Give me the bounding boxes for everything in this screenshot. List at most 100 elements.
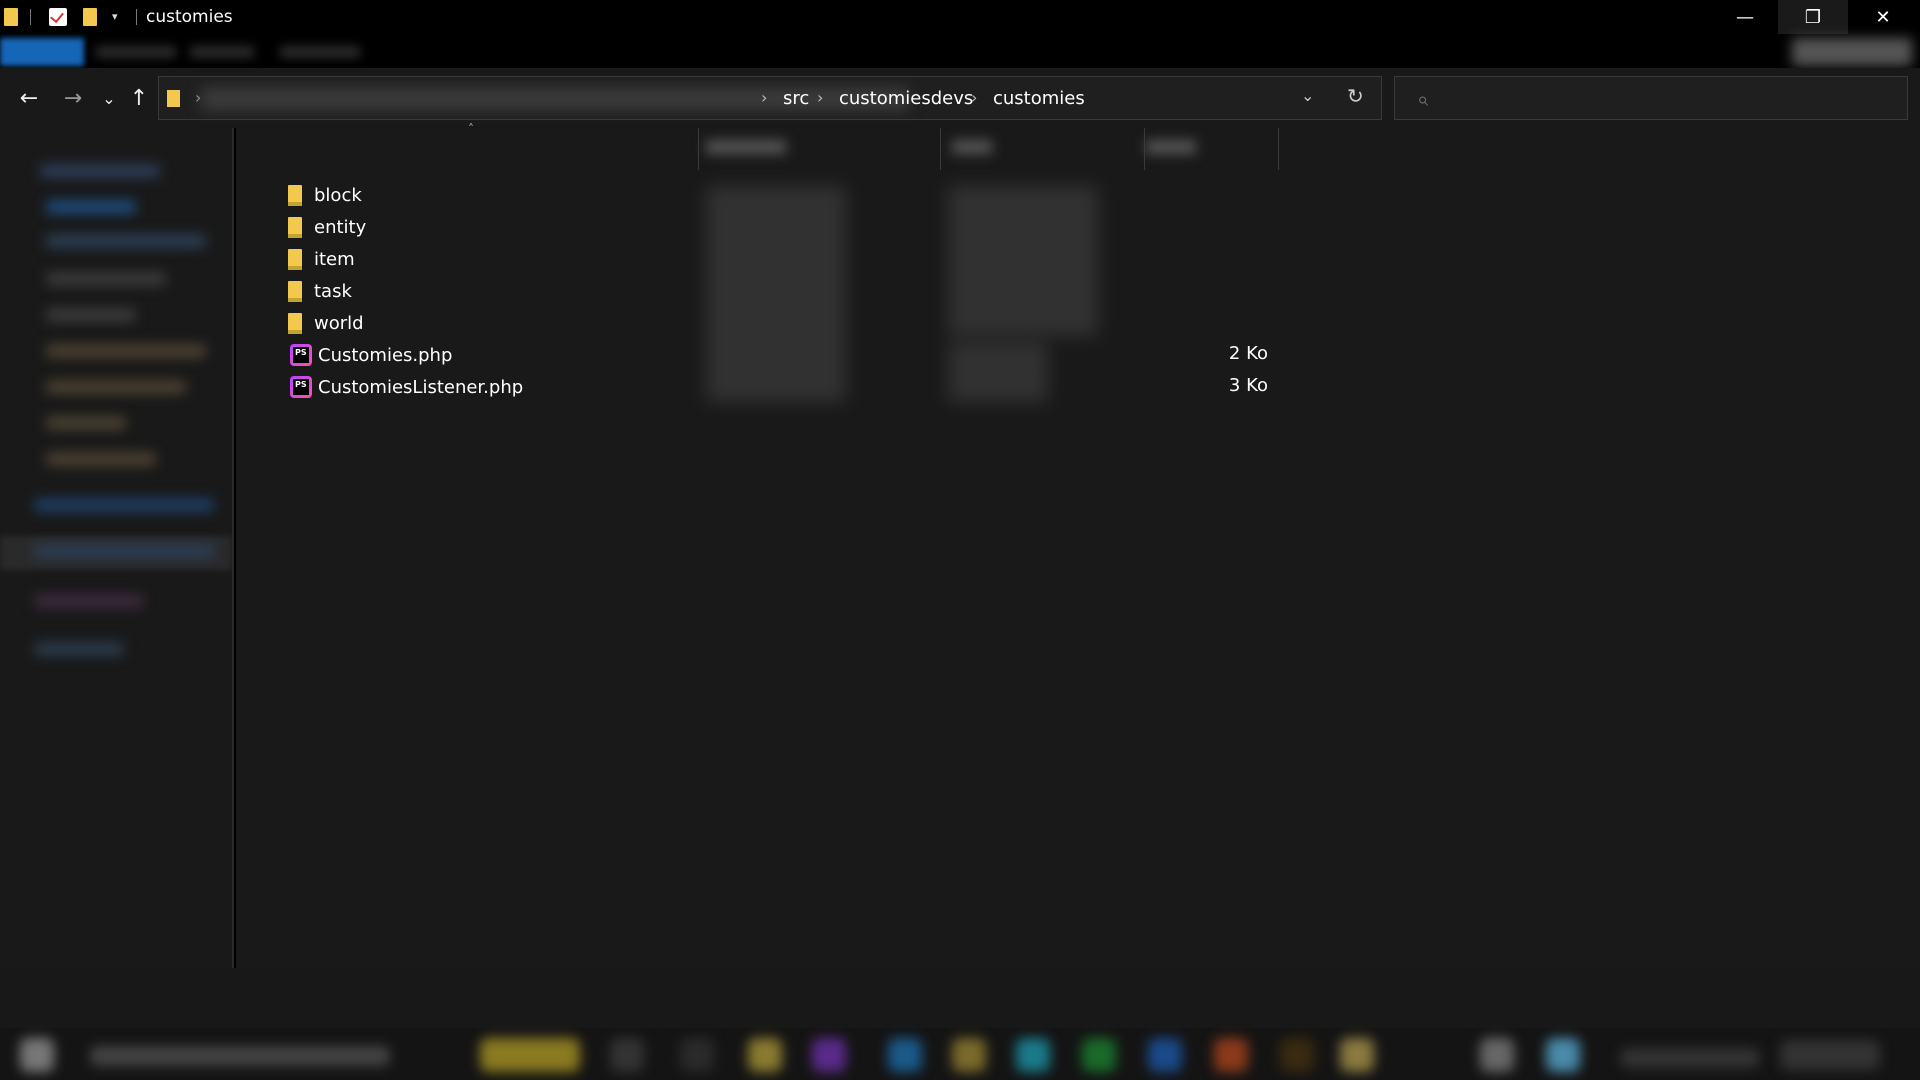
file-list[interactable]: ˄ block entity item task world PS Custom… <box>236 122 1920 968</box>
column-header-type[interactable] <box>952 140 992 154</box>
list-item[interactable]: task <box>288 276 352 306</box>
taskbar-app-icon[interactable] <box>1340 1038 1374 1072</box>
folder-icon <box>288 185 302 206</box>
list-item[interactable]: block <box>288 180 362 210</box>
taskbar-app-icon[interactable] <box>1214 1038 1248 1072</box>
start-icon[interactable] <box>20 1038 54 1072</box>
file-name: world <box>314 312 364 334</box>
back-button[interactable]: ← <box>14 86 44 112</box>
taskbar <box>0 968 1920 1080</box>
list-item[interactable]: entity <box>288 212 366 242</box>
sidebar-item[interactable] <box>34 498 214 512</box>
tab-home[interactable] <box>96 46 176 58</box>
taskbar-app-icon[interactable] <box>812 1038 846 1072</box>
phpstorm-file-icon: PS <box>290 376 312 398</box>
customize-quick-access-dropdown[interactable]: ▾ <box>112 10 118 23</box>
taskbar-app-icon[interactable] <box>680 1038 714 1072</box>
system-tray[interactable] <box>1620 1048 1760 1068</box>
column-divider[interactable] <box>1144 128 1145 170</box>
list-item[interactable]: PS Customies.php <box>290 340 452 370</box>
sidebar-item[interactable] <box>34 642 124 656</box>
tab-view[interactable] <box>280 46 360 58</box>
folder-icon <box>288 217 302 238</box>
divider <box>136 9 137 25</box>
taskbar-search[interactable] <box>90 1046 390 1066</box>
up-button[interactable]: ↑ <box>124 86 154 112</box>
breadcrumb-src[interactable]: src <box>783 88 809 109</box>
list-item[interactable]: item <box>288 244 355 274</box>
file-size: 2 Ko <box>1228 343 1268 364</box>
sidebar-item[interactable] <box>46 308 136 322</box>
phpstorm-file-icon: PS <box>290 344 312 366</box>
sidebar-item[interactable] <box>46 344 206 358</box>
file-name: block <box>314 184 362 206</box>
sidebar-item[interactable] <box>46 234 206 248</box>
file-name: task <box>314 280 352 302</box>
file-name: item <box>314 248 355 270</box>
tab-share[interactable] <box>190 46 254 58</box>
file-name: Customies.php <box>318 344 453 366</box>
folder-icon <box>288 313 302 334</box>
taskbar-app-icon[interactable] <box>1480 1038 1514 1072</box>
sidebar-item[interactable] <box>46 380 186 394</box>
taskbar-app-icon[interactable] <box>610 1038 644 1072</box>
title-bar: ▾ customies — ❐ ✕ <box>0 0 1920 34</box>
chevron-right-icon[interactable]: › <box>761 88 767 107</box>
sidebar-item[interactable] <box>46 272 166 286</box>
recent-locations-button[interactable]: ⌄ <box>94 86 124 112</box>
navigation-pane[interactable] <box>0 128 234 968</box>
chevron-right-icon[interactable]: › <box>817 88 823 107</box>
sidebar-item[interactable] <box>46 452 156 466</box>
taskbar-app-icon[interactable] <box>748 1038 782 1072</box>
taskbar-app-icon[interactable] <box>888 1038 922 1072</box>
file-size: 3 Ko <box>1228 375 1268 396</box>
address-history-dropdown[interactable]: ⌄ <box>1301 86 1314 105</box>
column-divider[interactable] <box>940 128 941 170</box>
taskbar-app-icon[interactable] <box>480 1038 580 1072</box>
taskbar-app-icon[interactable] <box>952 1038 986 1072</box>
ribbon-tabs <box>0 34 1920 68</box>
column-divider[interactable] <box>1278 128 1279 170</box>
sidebar-item[interactable] <box>46 416 126 430</box>
sidebar-item[interactable] <box>46 200 136 214</box>
column-divider[interactable] <box>698 128 699 170</box>
breadcrumb-customiesdevs[interactable]: customiesdevs <box>839 88 973 109</box>
help-button[interactable] <box>1792 38 1912 66</box>
taskbar-app-icon[interactable] <box>1016 1038 1050 1072</box>
tab-file[interactable] <box>0 38 84 66</box>
sidebar-item[interactable] <box>34 594 144 608</box>
taskbar-app-icon[interactable] <box>1546 1038 1580 1072</box>
quick-access-item[interactable] <box>40 164 160 178</box>
taskbar-app-icon[interactable] <box>1280 1038 1314 1072</box>
new-folder-icon[interactable] <box>83 8 97 26</box>
clock[interactable] <box>1780 1040 1880 1070</box>
taskbar-app-icon[interactable] <box>1148 1038 1182 1072</box>
sidebar-item[interactable] <box>34 544 214 558</box>
chevron-right-icon[interactable]: › <box>971 88 977 107</box>
status-bar <box>0 968 1920 1028</box>
address-bar[interactable]: › › src › customiesdevs › customies ⌄ ↻ <box>158 76 1382 120</box>
column-header-size[interactable] <box>1146 140 1196 154</box>
column-header-date[interactable] <box>706 140 786 154</box>
search-icon: ⌕ <box>1417 87 1429 111</box>
close-button[interactable]: ✕ <box>1848 0 1918 34</box>
list-item[interactable]: world <box>288 308 364 338</box>
forward-button[interactable]: → <box>58 86 88 112</box>
divider <box>30 9 31 25</box>
sort-indicator: ˄ <box>468 122 474 136</box>
folder-icon <box>288 281 302 302</box>
taskbar-app-icon[interactable] <box>1082 1038 1116 1072</box>
breadcrumb-customies[interactable]: customies <box>993 88 1085 109</box>
search-input[interactable]: ⌕ <box>1394 76 1908 120</box>
properties-check-icon[interactable] <box>49 8 67 26</box>
refresh-button[interactable]: ↻ <box>1347 84 1364 108</box>
maximize-button[interactable]: ❐ <box>1778 0 1848 34</box>
type-column-values <box>948 342 1048 402</box>
file-name: entity <box>314 216 367 238</box>
minimize-button[interactable]: — <box>1710 0 1780 34</box>
folder-icon <box>4 8 18 26</box>
date-column-values <box>706 186 846 402</box>
folder-icon <box>288 249 302 270</box>
navigation-bar: ← → ⌄ ↑ › › src › customiesdevs › custom… <box>0 68 1920 128</box>
list-item[interactable]: PS CustomiesListener.php <box>290 372 523 402</box>
